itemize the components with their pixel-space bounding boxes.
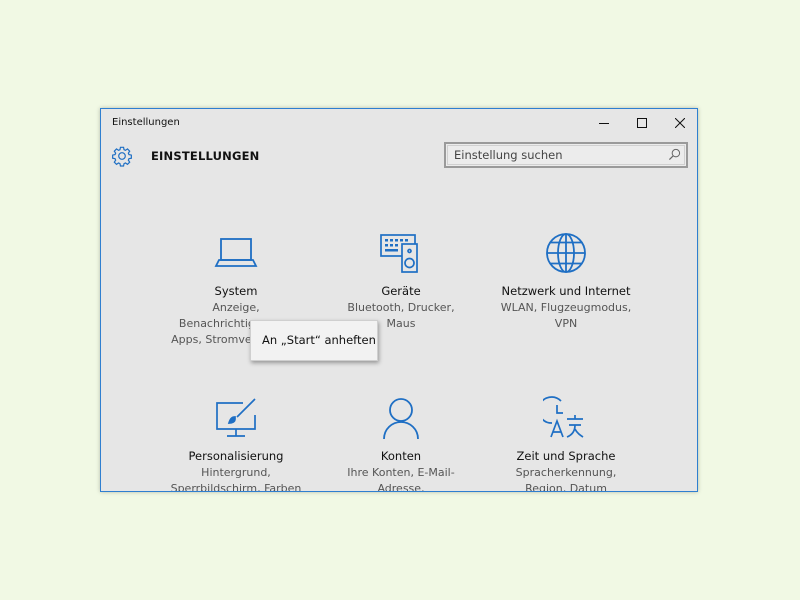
tile-description: WLAN, Flugzeugmodus, VPN	[486, 300, 646, 332]
desc-line: Adresse,	[377, 482, 425, 492]
close-icon	[675, 118, 685, 128]
tile-description: Ihre Konten, E-Mail- Adresse,	[321, 465, 481, 492]
gear-icon	[112, 146, 132, 167]
desc-line: VPN	[554, 317, 578, 330]
desc-line: Spracherkennung,	[515, 466, 617, 479]
maximize-icon	[637, 118, 647, 128]
user-icon	[383, 398, 419, 440]
tile-title: Personalisierung	[188, 449, 284, 463]
tile-network[interactable]: Netzwerk und Internet WLAN, Flugzeugmodu…	[486, 230, 646, 332]
tile-personalization[interactable]: Personalisierung Hintergrund, Sperrbilds…	[156, 395, 316, 492]
search-box[interactable]	[444, 142, 688, 168]
page-title: EINSTELLUNGEN	[151, 149, 260, 163]
tile-accounts[interactable]: Konten Ihre Konten, E-Mail- Adresse,	[321, 395, 481, 492]
title-bar[interactable]: Einstellungen	[101, 109, 697, 139]
close-button[interactable]	[661, 109, 697, 137]
tile-time-language[interactable]: Zeit und Sprache Spracherkennung, Region…	[486, 395, 646, 492]
maximize-button[interactable]	[623, 109, 661, 137]
desc-line: WLAN, Flugzeugmodus,	[500, 301, 632, 314]
window-title: Einstellungen	[112, 117, 180, 128]
minimize-button[interactable]	[585, 109, 623, 137]
tile-devices[interactable]: Geräte Bluetooth, Drucker, Maus	[321, 230, 481, 332]
desc-line: Region, Datum	[525, 482, 607, 492]
minimize-icon	[599, 123, 609, 124]
paint-icon	[216, 398, 256, 437]
desc-line: Ihre Konten, E-Mail-	[347, 466, 455, 479]
tile-description: Hintergrund, Sperrbildschirm, Farben	[156, 465, 316, 492]
devices-icon	[380, 234, 418, 273]
tile-description: Spracherkennung, Region, Datum	[486, 465, 646, 492]
context-menu: An „Start“ anheften	[250, 320, 378, 361]
desc-line: Sperrbildschirm, Farben	[170, 482, 302, 492]
tile-title: System	[214, 284, 258, 298]
globe-icon	[546, 233, 586, 273]
tile-title: Netzwerk und Internet	[501, 284, 631, 298]
tile-title: Zeit und Sprache	[516, 449, 616, 463]
time-language-icon	[543, 396, 584, 438]
search-input[interactable]	[454, 147, 654, 163]
tile-title: Geräte	[381, 284, 421, 298]
pin-to-start-menu-item[interactable]: An „Start“ anheften	[251, 321, 377, 360]
tile-title: Konten	[380, 449, 422, 463]
desc-line: Anzeige,	[212, 301, 260, 314]
settings-window: Einstellungen EINSTELLUNGEN Einstellung …	[100, 108, 698, 492]
desc-line: Bluetooth, Drucker,	[347, 301, 455, 314]
desc-line: Hintergrund,	[201, 466, 271, 479]
laptop-icon	[214, 238, 258, 267]
search-icon[interactable]	[668, 148, 681, 161]
